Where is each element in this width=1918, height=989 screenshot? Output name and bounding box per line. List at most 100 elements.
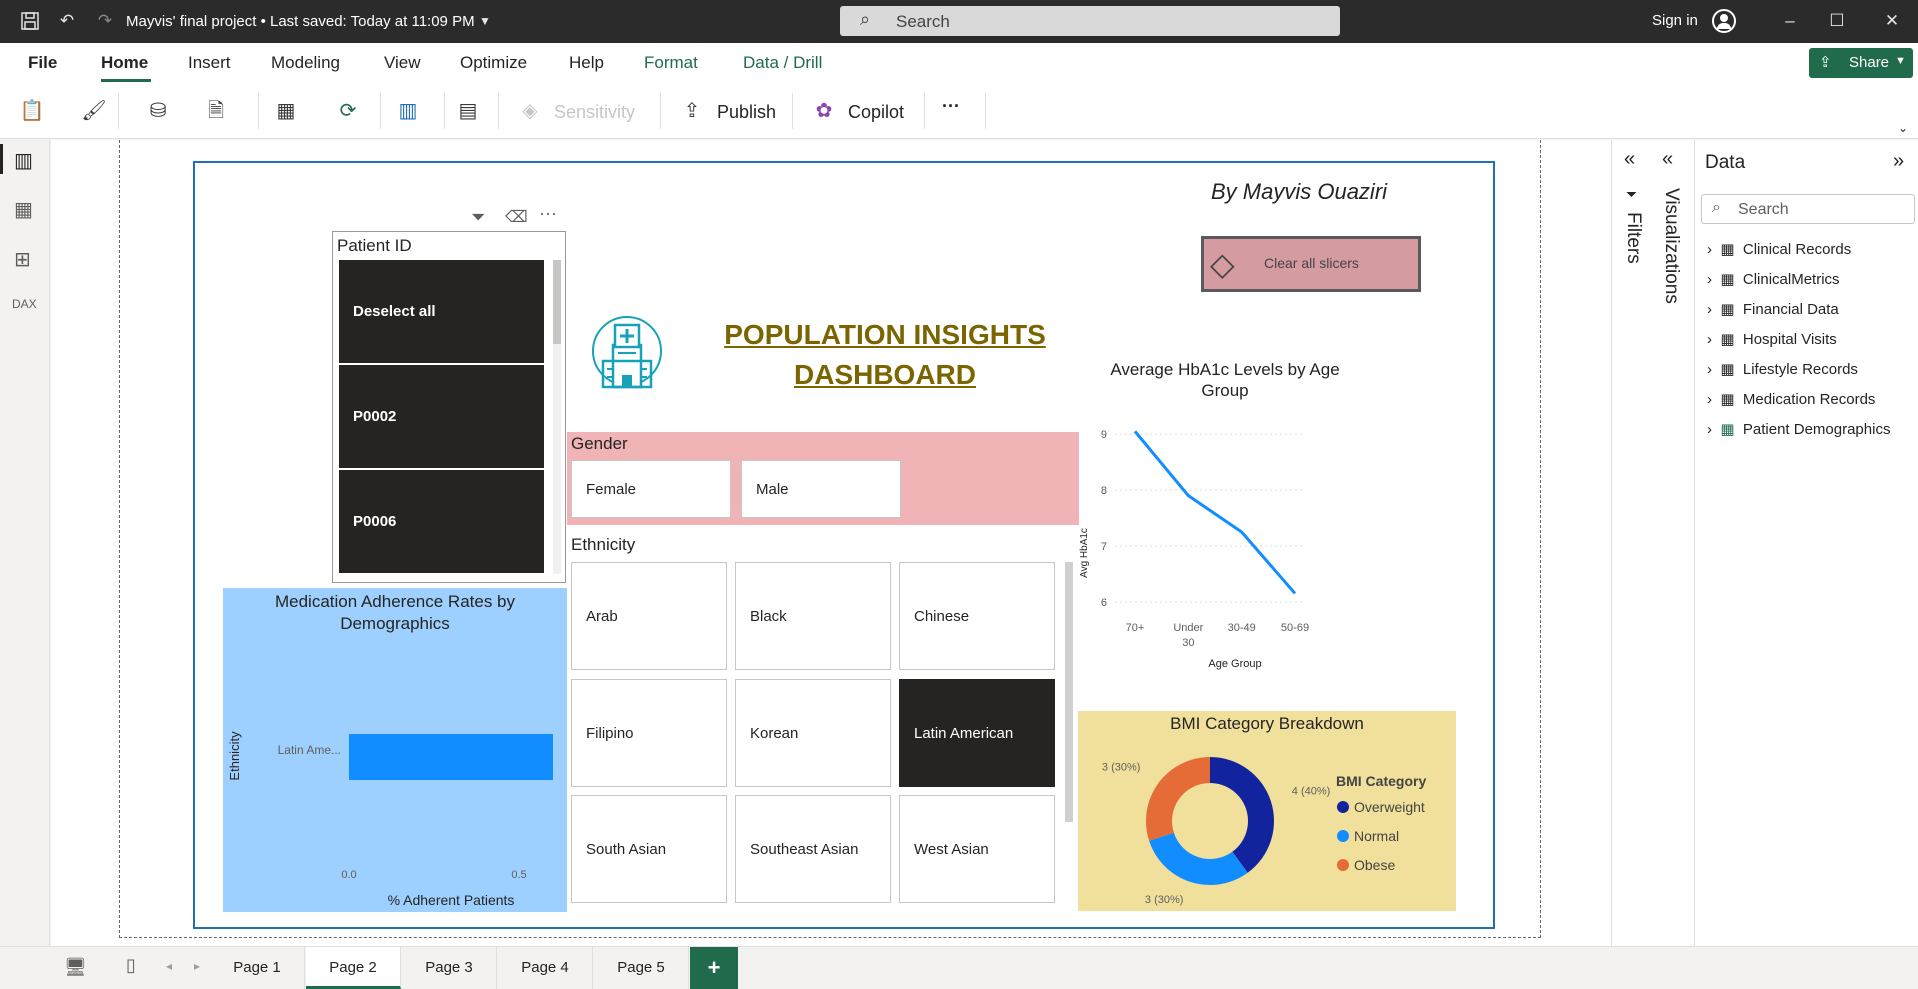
menu-data-drill[interactable]: Data / Drill	[743, 53, 822, 73]
expand-filters-icon[interactable]: «	[1624, 148, 1635, 171]
recent-sources-icon[interactable]: 🗎	[202, 97, 230, 125]
tab-page-5[interactable]: Page 5	[594, 947, 689, 989]
mobile-layout-icon[interactable]: ▯	[126, 955, 136, 976]
patient-id-slicer[interactable]: Patient ID Deselect all P0002 P0006	[332, 231, 566, 583]
ethnicity-arab[interactable]: Arab	[571, 562, 727, 670]
report-page: By Mayvis Ouaziri ◇ Clear all slicers PO…	[193, 161, 1495, 929]
tab-page-2[interactable]: Page 2	[306, 947, 401, 989]
y-category-label: Latin Ame...	[278, 743, 341, 757]
ethnicity-west-asian[interactable]: West Asian	[899, 795, 1055, 903]
eraser-icon[interactable]: ⌫	[505, 207, 528, 227]
redo-icon[interactable]: ↷	[94, 10, 116, 32]
publish-icon[interactable]: ⇪	[678, 97, 706, 125]
report-view-icon[interactable]: ▥	[14, 148, 33, 173]
ethnicity-korean[interactable]: Korean	[735, 679, 891, 787]
table-view-icon[interactable]: ▦	[14, 197, 33, 222]
x-tick-label: 0.5	[511, 869, 526, 881]
gender-female[interactable]: Female	[571, 460, 731, 518]
new-measure-icon[interactable]: ▤	[454, 97, 482, 125]
transform-data-icon[interactable]: ▦	[272, 97, 300, 125]
table-lifestyle-records[interactable]: › ▦ Lifestyle Records	[1707, 360, 1858, 386]
hba1c-line-chart[interactable]: Average HbA1c Levels by Age Group 6 7 8 9 7…	[1075, 353, 1375, 673]
menu-insert[interactable]: Insert	[188, 53, 231, 73]
ethnicity-latin-american[interactable]: Latin American	[899, 679, 1055, 787]
legend-marker	[1337, 830, 1349, 842]
desktop-layout-icon[interactable]: 🖥	[64, 957, 87, 978]
menu-view[interactable]: View	[384, 53, 421, 73]
slicer-scrollbar[interactable]	[553, 260, 561, 574]
publish-button[interactable]: Publish	[717, 102, 776, 123]
paste-icon[interactable]: 📋	[18, 97, 46, 125]
bmi-donut-chart[interactable]: BMI Category Breakdown 4 (40%) 3 (30%) 3 (…	[1078, 711, 1456, 911]
dax-query-icon[interactable]: DAX	[12, 297, 37, 311]
maximize-icon[interactable]: ☐	[1826, 10, 1848, 32]
model-view-icon[interactable]: ⊞	[14, 247, 31, 272]
medication-adherence-chart[interactable]: Medication Adherence Rates by Demographi…	[223, 588, 567, 912]
ethnicity-scrollbar[interactable]	[1065, 562, 1073, 822]
filters-pane-label[interactable]: Filters	[1622, 212, 1644, 264]
tab-page-4[interactable]: Page 4	[498, 947, 593, 989]
menu-modeling[interactable]: Modeling	[271, 53, 340, 73]
prev-page-icon[interactable]: ◂	[166, 959, 172, 973]
chart-title: BMI Category Breakdown	[1170, 714, 1364, 733]
ethnicity-filipino[interactable]: Filipino	[571, 679, 727, 787]
close-icon[interactable]: ✕	[1881, 10, 1903, 32]
new-visual-icon[interactable]: ▥	[394, 97, 422, 125]
ethnicity-south-asian[interactable]: South Asian	[571, 795, 727, 903]
table-check-icon: ▦	[1720, 421, 1735, 438]
copilot-button[interactable]: Copilot	[848, 102, 904, 123]
menu-optimize[interactable]: Optimize	[460, 53, 527, 73]
document-title[interactable]: Mayvis' final project • Last saved: Toda…	[126, 13, 475, 30]
table-clinical-records[interactable]: › ▦ Clinical Records	[1707, 240, 1851, 266]
slicer-item-deselect-all[interactable]: Deselect all	[339, 260, 544, 364]
gender-male[interactable]: Male	[741, 460, 901, 518]
slicer-item-p0006[interactable]: P0006	[339, 470, 544, 574]
table-clinicalmetrics[interactable]: › ▦ ClinicalMetrics	[1707, 270, 1840, 296]
y-tick-label: 9	[1101, 429, 1107, 441]
account-icon[interactable]	[1712, 9, 1736, 33]
table-icon: ▦	[1720, 241, 1735, 258]
more-options-button[interactable]: ···	[942, 96, 960, 117]
tab-page-1[interactable]: Page 1	[210, 947, 305, 989]
filter-icon[interactable]: ⏷	[471, 207, 485, 228]
table-medication-records[interactable]: › ▦ Medication Records	[1707, 390, 1875, 416]
visualizations-pane-label[interactable]: Visualizations	[1660, 188, 1682, 304]
table-financial-data[interactable]: › ▦ Financial Data	[1707, 300, 1839, 326]
chevron-right-icon: ›	[1707, 331, 1712, 348]
collapse-ribbon-icon[interactable]: ⌄	[1898, 121, 1908, 135]
menu-help[interactable]: Help	[569, 53, 604, 73]
more-options-icon[interactable]: ···	[539, 203, 557, 224]
expand-visualizations-icon[interactable]: «	[1662, 148, 1673, 171]
slicer-item-p0002[interactable]: P0002	[339, 365, 544, 469]
clear-slicers-button[interactable]: ◇ Clear all slicers	[1201, 236, 1421, 292]
chevron-right-icon: ›	[1707, 241, 1712, 258]
table-hospital-visits[interactable]: › ▦ Hospital Visits	[1707, 330, 1837, 356]
table-label: ClinicalMetrics	[1742, 271, 1840, 288]
chevron-down-icon[interactable]: ▼	[474, 10, 496, 32]
sign-in-button[interactable]: Sign in	[1652, 12, 1698, 29]
format-painter-icon[interactable]: 🖌	[80, 97, 108, 125]
menu-home[interactable]: Home	[101, 53, 148, 73]
add-page-button[interactable]: +	[690, 947, 738, 989]
menu-file[interactable]: File	[28, 53, 57, 73]
tab-page-3[interactable]: Page 3	[402, 947, 497, 989]
minimize-icon[interactable]: –	[1779, 10, 1801, 32]
ethnicity-black[interactable]: Black	[735, 562, 891, 670]
share-icon: ⇪	[1819, 54, 1832, 71]
ethnicity-southeast-asian[interactable]: Southeast Asian	[735, 795, 891, 903]
table-patient-demographics[interactable]: › ▦ Patient Demographics	[1707, 420, 1890, 446]
search-input[interactable]: ⌕ Search	[840, 6, 1340, 36]
data-search-input[interactable]: ⌕ Search	[1701, 194, 1915, 224]
ethnicity-chinese[interactable]: Chinese	[899, 562, 1055, 670]
get-data-icon[interactable]: ⛁	[144, 97, 172, 125]
undo-icon[interactable]: ↶	[56, 10, 78, 32]
share-button[interactable]: ⇪ Share ▼	[1809, 48, 1913, 78]
copilot-icon[interactable]: ✿	[810, 97, 838, 125]
menu-format[interactable]: Format	[644, 53, 698, 73]
save-icon[interactable]	[19, 10, 41, 32]
collapse-data-pane-icon[interactable]: »	[1893, 150, 1904, 173]
x-tick-label: 30	[1182, 637, 1194, 649]
active-tab-underline	[101, 79, 151, 82]
refresh-icon[interactable]: ⟳	[334, 97, 362, 125]
next-page-icon[interactable]: ▸	[194, 959, 200, 973]
